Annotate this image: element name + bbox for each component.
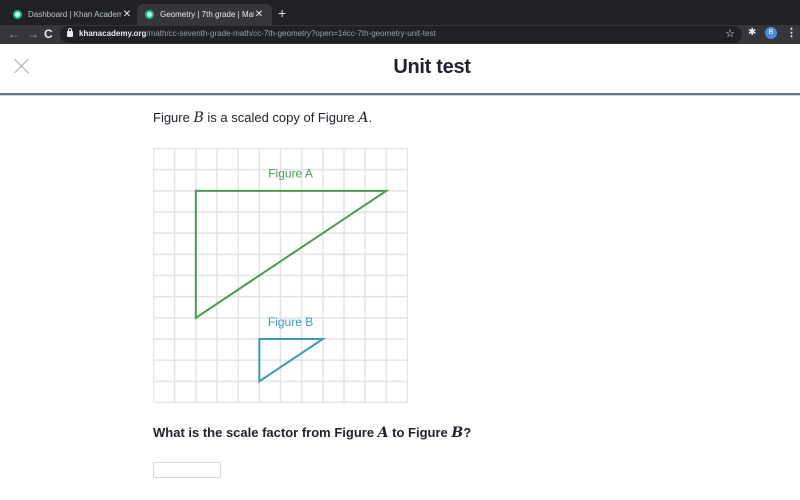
tab-close-icon[interactable]: ✕ — [122, 9, 132, 20]
address-bar[interactable]: khanacademy.org/math/cc-seventh-grade-ma… — [60, 26, 742, 43]
math-variable-b: B — [451, 425, 464, 441]
question-prefix: What is the scale factor from Figure — [153, 425, 378, 440]
grid-lines — [153, 148, 408, 403]
problem-intro: Figure B is a scaled copy of Figure A. — [153, 110, 372, 126]
tab-close-icon[interactable]: ✕ — [254, 9, 264, 20]
reload-icon[interactable]: C — [44, 26, 53, 42]
grid-graphic: Figure A Figure B — [153, 148, 408, 403]
intro-suffix: . — [368, 110, 373, 125]
page-title: Unit test — [393, 56, 471, 78]
url-text[interactable]: khanacademy.org/math/cc-seventh-grade-ma… — [79, 29, 436, 38]
math-variable-a: A — [358, 110, 369, 126]
figure-b-label: Figure B — [268, 315, 313, 329]
extensions-puzzle-icon[interactable]: ✱ — [748, 27, 756, 38]
url-host: khanacademy.org — [79, 29, 147, 38]
lock-icon[interactable] — [67, 28, 73, 37]
close-icon[interactable] — [14, 58, 30, 74]
browser-tab-strip: Dashboard | Khan Academy ✕ Geometry | 7t… — [0, 0, 800, 25]
intro-prefix: Figure — [153, 110, 194, 125]
header-divider-shadow — [0, 95, 800, 96]
intro-middle: is a scaled copy of Figure — [203, 110, 359, 125]
math-variable-a: A — [377, 425, 389, 441]
profile-avatar[interactable]: B — [765, 27, 777, 39]
tab-title: Dashboard | Khan Academy — [28, 10, 122, 19]
bookmark-star-icon[interactable]: ☆ — [725, 27, 735, 40]
math-variable-b: B — [193, 110, 204, 126]
khan-academy-favicon-icon — [13, 10, 22, 19]
browser-menu-icon[interactable]: ⋮ — [786, 26, 797, 39]
tab-dashboard[interactable]: Dashboard | Khan Academy ✕ — [5, 4, 140, 25]
question-middle: to Figure — [388, 425, 452, 440]
new-tab-button[interactable]: + — [278, 6, 286, 20]
url-path: /math/cc-seventh-grade-math/cc-7th-geome… — [146, 29, 436, 38]
figure-grid: Figure A Figure B — [153, 148, 408, 403]
back-arrow-icon[interactable]: ← — [8, 26, 20, 42]
forward-arrow-icon[interactable]: → — [27, 26, 39, 42]
browser-toolbar: ← → C khanacademy.org/math/cc-seventh-gr… — [0, 25, 800, 44]
page-header: Unit test — [0, 44, 800, 93]
intro-text: Figure B is a scaled copy of Figure A. — [153, 110, 372, 126]
question-text: What is the scale factor from Figure A t… — [153, 425, 471, 441]
tab-geometry[interactable]: Geometry | 7th grade | Math | Khan Acade… — [137, 4, 272, 25]
khan-academy-favicon-icon — [145, 10, 154, 19]
question-suffix: ? — [463, 425, 472, 440]
tab-title: Geometry | 7th grade | Math | Khan Acade… — [160, 10, 254, 19]
answer-input[interactable] — [153, 462, 221, 478]
figure-a-label: Figure A — [268, 167, 313, 181]
